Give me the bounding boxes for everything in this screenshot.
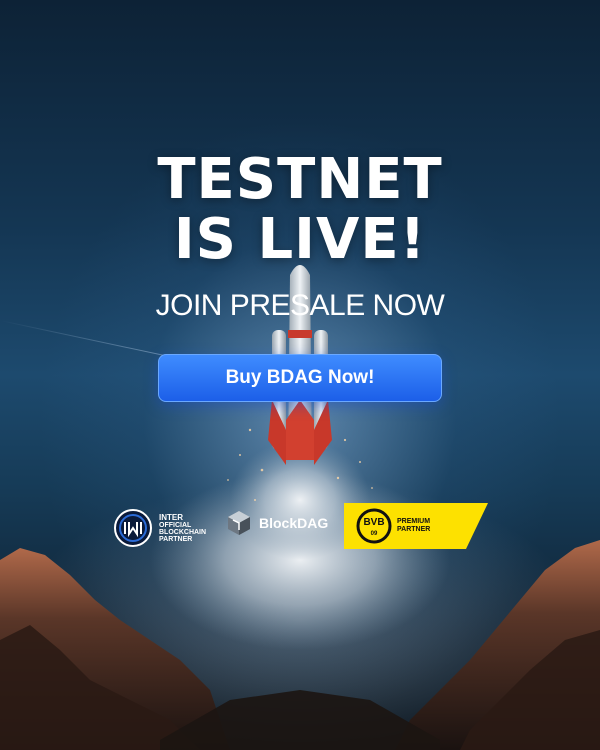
inter-line-1: INTER (159, 513, 183, 522)
inter-line-4: PARTNER (159, 536, 193, 543)
bvb-line-1: PREMIUM (397, 518, 431, 525)
presale-ad-banner[interactable]: TESTNET IS LIVE! JOIN PRESALE NOW Buy BD… (0, 0, 600, 750)
inter-crest-icon (114, 509, 152, 547)
svg-text:BVB: BVB (363, 517, 384, 528)
subheadline: JOIN PRESALE NOW (155, 289, 445, 322)
inter-partner-text: INTER OFFICIAL BLOCKCHAIN PARTNER (159, 513, 206, 543)
headline-line-1: TESTNET (157, 147, 443, 212)
inter-partner-logo: INTER OFFICIAL BLOCKCHAIN PARTNER (113, 508, 206, 548)
svg-text:09: 09 (371, 531, 378, 537)
bvb-line-2: PARTNER (397, 526, 431, 533)
headline: TESTNET IS LIVE! (0, 150, 600, 270)
inter-line-2: OFFICIAL (159, 522, 192, 529)
headline-line-2: IS LIVE! (173, 207, 427, 272)
blockdag-name: BlockDAG (259, 515, 329, 531)
blockdag-cube-icon (228, 511, 250, 535)
inter-line-3: BLOCKCHAIN (159, 529, 207, 536)
blockdag-logo: BlockDAG (224, 508, 328, 538)
bvb-partner-text: PREMIUM PARTNER (397, 518, 430, 534)
buy-bdag-button[interactable]: Buy BDAG Now! (158, 354, 442, 402)
